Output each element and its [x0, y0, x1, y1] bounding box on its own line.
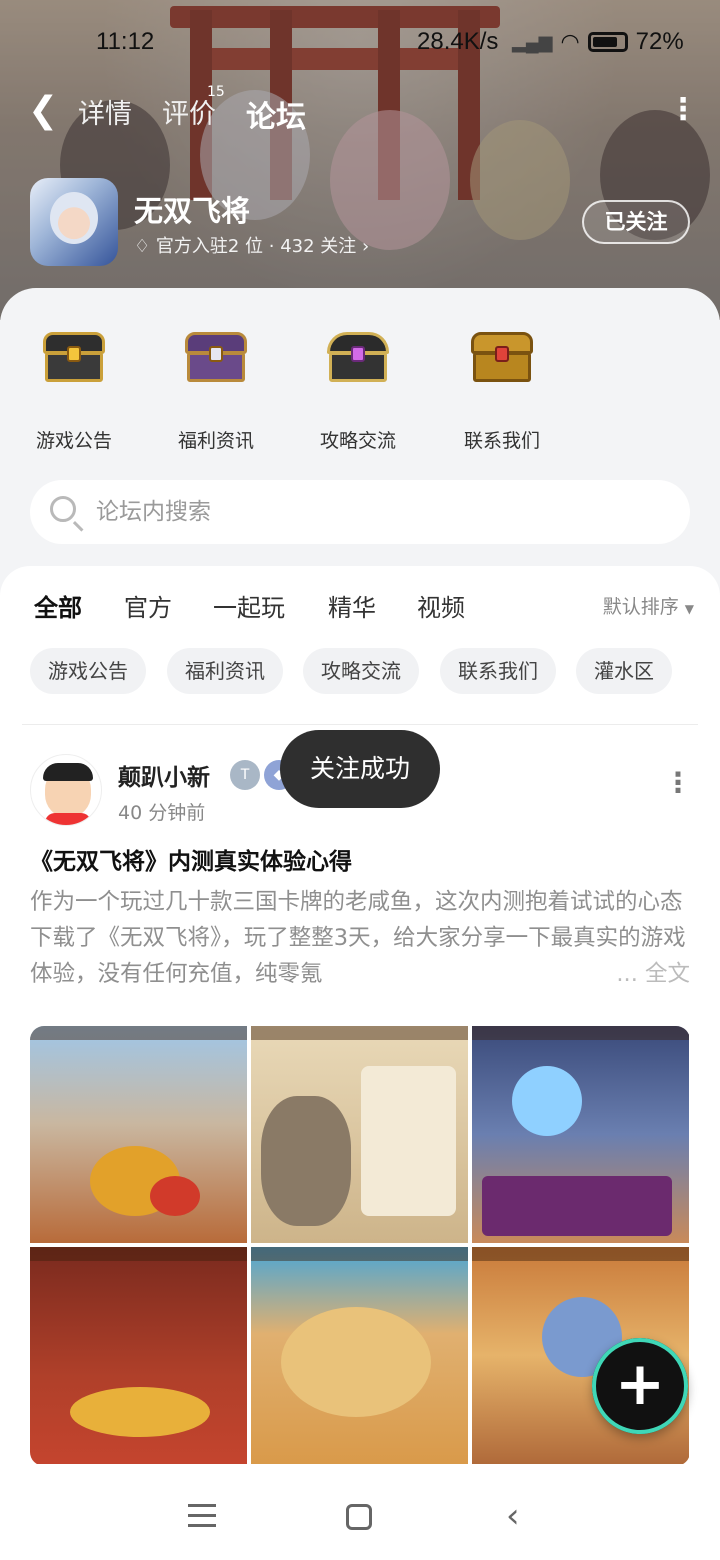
- game-meta-link[interactable]: ♢ 官方入驻2 位 · 432 关注 ›: [134, 232, 369, 258]
- chip-game-notice[interactable]: 游戏公告: [30, 648, 146, 694]
- top-nav: ❮ 详情 评价 15 论坛 ⋮: [0, 84, 720, 142]
- post-image[interactable]: [251, 1247, 468, 1464]
- category-label: 攻略交流: [319, 430, 396, 452]
- category-label: 福利资讯: [177, 430, 254, 452]
- purple-chest-icon: [183, 328, 249, 384]
- post-image[interactable]: [472, 1026, 689, 1243]
- sort-dropdown[interactable]: 默认排序 ▼: [603, 592, 694, 619]
- gem-chest-icon: [325, 328, 391, 384]
- category-contact[interactable]: 联系我们: [442, 328, 562, 453]
- reviews-count: 15: [207, 84, 225, 100]
- level-badge-icon: T: [230, 760, 260, 790]
- wifi-icon: ◠: [560, 29, 580, 54]
- status-time: 11:12: [96, 28, 155, 55]
- more-options-icon[interactable]: ⋮: [668, 92, 698, 127]
- sort-label: 默认排序: [602, 596, 679, 618]
- forum-categories: 游戏公告 福利资讯 攻略交流 联系我们: [0, 300, 720, 470]
- forum-search-bar[interactable]: [30, 480, 690, 544]
- post-image-grid: [30, 1026, 690, 1466]
- chevron-right-icon: ›: [362, 236, 370, 257]
- follow-button[interactable]: 已关注: [582, 200, 690, 244]
- post-image[interactable]: [30, 1247, 247, 1464]
- chip-chat-zone[interactable]: 灌水区: [576, 648, 672, 694]
- battery-icon: [587, 32, 628, 52]
- feed-tabs: 全部 官方 一起玩 精华 视频: [34, 588, 694, 628]
- plus-icon: +: [614, 1349, 666, 1419]
- create-post-button[interactable]: +: [592, 1338, 688, 1434]
- feed-tab-featured[interactable]: 精华: [328, 588, 376, 623]
- caret-down-icon: ▼: [684, 602, 694, 616]
- back-arrow-icon[interactable]: ❮: [28, 90, 58, 131]
- diamond-icon: ♢: [134, 236, 151, 257]
- recent-apps-icon[interactable]: [188, 1504, 216, 1534]
- game-logo[interactable]: [30, 178, 118, 266]
- post-time: 40 分钟前: [118, 802, 206, 824]
- topic-chips: 游戏公告 福利资讯 攻略交流 联系我们 灌水区: [30, 648, 710, 694]
- game-meta: 官方入驻2 位 · 432 关注: [155, 236, 357, 257]
- search-input[interactable]: [96, 492, 656, 532]
- game-header: 无双飞将 ♢ 官方入驻2 位 · 432 关注 › 已关注: [30, 178, 690, 268]
- tab-forum[interactable]: 论坛: [246, 92, 306, 142]
- gold-chest-icon: [469, 328, 535, 384]
- category-game-notice[interactable]: 游戏公告: [14, 328, 134, 453]
- post-image[interactable]: [251, 1026, 468, 1243]
- system-navigation-bar: ‹: [0, 1474, 720, 1560]
- follow-success-toast: 关注成功: [280, 730, 440, 808]
- read-full-link[interactable]: ... 全文: [610, 956, 690, 992]
- post-image[interactable]: [30, 1026, 247, 1243]
- feed-tab-official[interactable]: 官方: [124, 588, 172, 623]
- post-body[interactable]: 作为一个玩过几十款三国卡牌的老咸鱼，这次内测抱着试试的心态下载了《无双飞将》，玩…: [30, 884, 690, 992]
- avatar[interactable]: [30, 754, 102, 826]
- feed-tab-video[interactable]: 视频: [417, 588, 465, 623]
- post-body-text: 作为一个玩过几十款三国卡牌的老咸鱼，这次内测抱着试试的心态下载了《无双飞将》，玩…: [30, 889, 686, 987]
- chip-welfare[interactable]: 福利资讯: [167, 648, 283, 694]
- feed-tab-all[interactable]: 全部: [34, 588, 82, 627]
- search-icon: [50, 496, 76, 522]
- post-author[interactable]: 颠趴小新: [118, 758, 210, 792]
- status-network-speed: 28.4K/s: [417, 28, 499, 55]
- gold-black-chest-icon: [41, 328, 107, 384]
- category-welfare[interactable]: 福利资讯: [156, 328, 276, 453]
- chip-contact[interactable]: 联系我们: [440, 648, 556, 694]
- post-title[interactable]: 《无双飞将》内测真实体验心得: [30, 842, 690, 876]
- post-more-icon[interactable]: ⋮: [664, 766, 692, 799]
- category-guides[interactable]: 攻略交流: [298, 328, 418, 453]
- category-label: 联系我们: [463, 430, 540, 452]
- status-battery: 72%: [635, 28, 684, 55]
- status-bar: 11:12 28.4K/s ▂▄▆ ◠ 72%: [0, 22, 720, 62]
- divider: [22, 724, 698, 725]
- feed-tab-play-together[interactable]: 一起玩: [213, 588, 285, 623]
- category-label: 游戏公告: [35, 430, 112, 452]
- home-icon[interactable]: [346, 1504, 372, 1530]
- tab-details[interactable]: 详情: [78, 92, 132, 131]
- chip-guides[interactable]: 攻略交流: [303, 648, 419, 694]
- system-back-icon[interactable]: ‹: [506, 1496, 520, 1536]
- signal-icon: ▂▄▆: [512, 31, 553, 52]
- game-name: 无双飞将: [134, 194, 251, 228]
